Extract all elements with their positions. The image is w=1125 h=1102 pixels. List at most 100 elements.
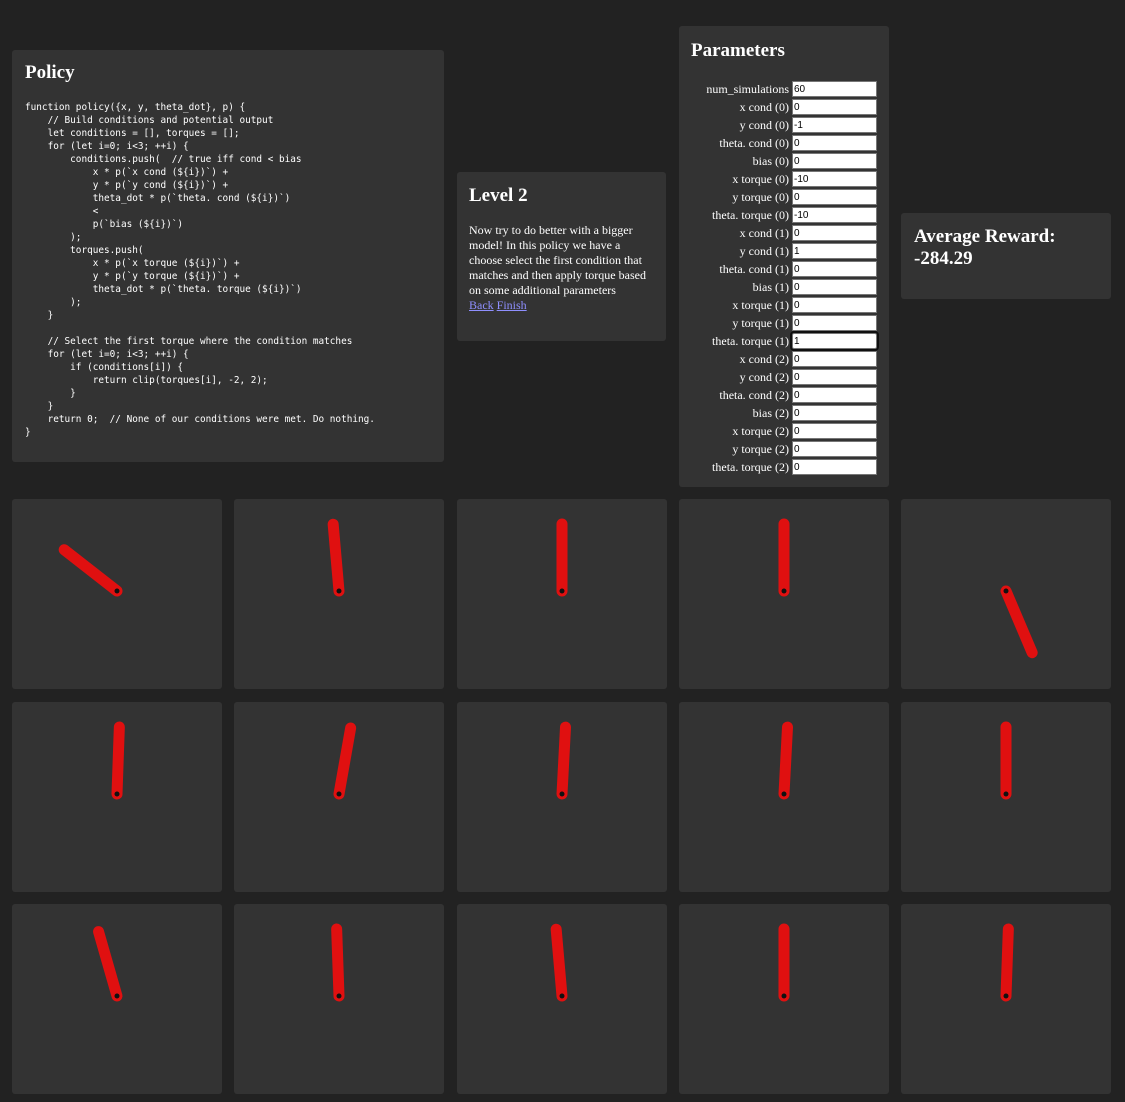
simulation-tile [457, 904, 667, 1094]
parameter-input[interactable] [792, 297, 877, 313]
parameter-input[interactable] [792, 351, 877, 367]
pendulum-canvas [556, 721, 572, 800]
parameter-input[interactable] [792, 225, 877, 241]
pendulum-pole [550, 923, 568, 1002]
pendulum-pivot [559, 791, 565, 797]
pendulum-pivot [781, 588, 787, 594]
pendulum-canvas [327, 518, 345, 597]
parameter-row: theta. cond (0) [691, 134, 877, 152]
reward-value: -284.29 [914, 248, 973, 269]
pendulum-pivot [1003, 791, 1009, 797]
parameter-row: theta. torque (1) [691, 331, 879, 351]
parameter-row: theta. cond (2) [691, 386, 877, 404]
pendulum-pivot [781, 791, 787, 797]
parameter-label: x torque (1) [732, 297, 789, 312]
parameter-input[interactable] [792, 441, 877, 457]
simulation-tile [234, 702, 444, 892]
parameter-row: num_simulations [691, 80, 877, 98]
parameter-input[interactable] [792, 315, 877, 331]
parameter-row: x torque (0) [691, 170, 877, 188]
parameter-input[interactable] [792, 153, 877, 169]
parameter-label: y torque (0) [732, 189, 789, 204]
parameter-label: x cond (1) [739, 225, 789, 240]
simulation-tile [901, 499, 1111, 689]
pendulum-pole [327, 518, 345, 597]
pendulum-pole [111, 721, 125, 800]
parameters-title: Parameters [691, 40, 785, 61]
policy-title: Policy [25, 62, 75, 83]
simulation-tile [679, 499, 889, 689]
parameter-input[interactable] [792, 369, 877, 385]
parameter-label: y torque (2) [732, 441, 789, 456]
simulation-tile [457, 702, 667, 892]
parameter-label: x cond (0) [739, 99, 789, 114]
parameter-input[interactable] [792, 423, 877, 439]
parameter-input[interactable] [790, 331, 879, 351]
parameter-row: bias (1) [691, 278, 877, 296]
parameter-input[interactable] [792, 387, 877, 403]
parameter-label: bias (2) [752, 405, 789, 420]
simulation-tile [679, 904, 889, 1094]
reward-panel: Average Reward: -284.29 [901, 213, 1111, 299]
level-title: Level 2 [469, 185, 528, 206]
parameter-row: x cond (1) [691, 224, 877, 242]
parameter-row: x cond (0) [691, 98, 877, 116]
parameter-input[interactable] [792, 189, 877, 205]
pendulum-pivot [559, 588, 565, 594]
parameter-input[interactable] [792, 99, 877, 115]
parameter-input[interactable] [792, 243, 877, 259]
parameter-row: y torque (1) [691, 314, 877, 332]
parameter-row: y cond (1) [691, 242, 877, 260]
reward-label: Average Reward: [914, 226, 1056, 247]
simulation-tile [901, 904, 1111, 1094]
parameter-input[interactable] [792, 171, 877, 187]
pendulum-canvas [1000, 585, 1038, 659]
pendulum-canvas [556, 518, 568, 597]
simulation-tile [457, 499, 667, 689]
parameter-input[interactable] [792, 117, 877, 133]
pendulum-pole [1000, 585, 1038, 659]
parameter-row: theta. torque (2) [691, 458, 877, 476]
parameter-row: bias (0) [691, 152, 877, 170]
parameter-input[interactable] [792, 81, 877, 97]
pendulum-pole [778, 721, 794, 800]
level-panel: Level 2 Now try to do better with a bigg… [457, 172, 666, 341]
parameter-input[interactable] [792, 405, 877, 421]
pendulum-canvas [778, 518, 790, 597]
parameter-label: theta. torque (1) [712, 333, 789, 348]
simulation-tile [12, 499, 222, 689]
parameter-input[interactable] [792, 207, 877, 223]
pendulum-canvas [1000, 721, 1012, 800]
finish-link[interactable]: Finish [497, 298, 527, 312]
simulation-tile [901, 702, 1111, 892]
policy-code: function policy({x, y, theta_dot}, p) { … [25, 102, 375, 438]
simulation-tile [234, 904, 444, 1094]
simulation-tile [12, 702, 222, 892]
back-link[interactable]: Back [469, 298, 494, 312]
level-description-block: Now try to do better with a bigger model… [469, 223, 654, 313]
pendulum-pivot [114, 993, 120, 999]
parameter-row: theta. torque (0) [691, 206, 877, 224]
parameter-label: theta. torque (0) [712, 207, 789, 222]
parameter-row: x cond (2) [691, 350, 877, 368]
parameter-input[interactable] [792, 135, 877, 151]
parameter-label: bias (0) [752, 153, 789, 168]
parameter-row: y cond (2) [691, 368, 877, 386]
pendulum-pole [58, 544, 123, 597]
pendulum-pole [556, 721, 572, 800]
parameter-input[interactable] [792, 279, 877, 295]
pendulum-pivot [336, 791, 342, 797]
pendulum-pivot [1003, 993, 1009, 999]
parameter-list: num_simulationsx cond (0) y cond (0) theta… [691, 80, 879, 476]
parameter-input[interactable] [792, 459, 877, 475]
simulation-tile [12, 904, 222, 1094]
pendulum-pole [93, 926, 123, 1002]
pendulum-pole [331, 923, 345, 1002]
parameter-input[interactable] [792, 261, 877, 277]
pendulum-pole [333, 722, 357, 800]
parameter-row: theta. cond (1) [691, 260, 877, 278]
pendulum-pivot [114, 588, 120, 594]
simulation-tile [679, 702, 889, 892]
parameter-row: y torque (2) [691, 440, 877, 458]
pendulum-canvas [778, 923, 790, 1002]
